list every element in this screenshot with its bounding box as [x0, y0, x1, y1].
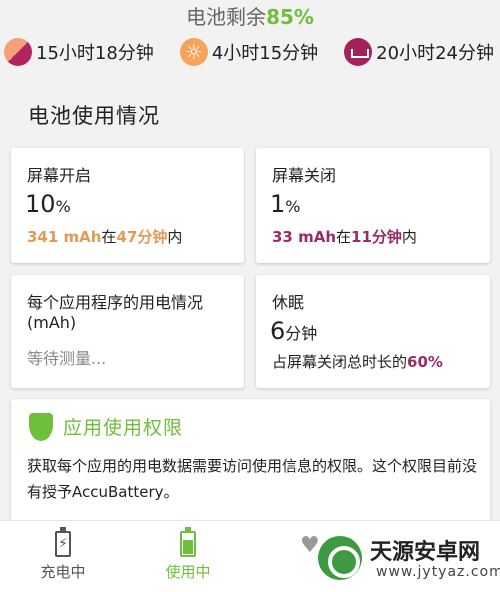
screen-on-detail: 341 mAh在47分钟内: [27, 228, 183, 246]
nav-using-label: 使用中: [165, 563, 211, 581]
screen-on-label: 屏幕开启: [27, 166, 92, 185]
section-title: 电池使用情况: [28, 104, 160, 128]
battery-in-use-icon: [180, 527, 196, 557]
screen-off-value: 1%: [270, 190, 301, 218]
per-app-usage-card[interactable]: 每个应用程序的用电情况 (mAh) 等待测量...: [11, 275, 244, 388]
charging-battery-icon: ⚡: [55, 527, 71, 557]
estimate-screen-on-text: 4小时15分钟: [211, 43, 319, 64]
deep-sleep-label: 休眠: [272, 293, 305, 312]
nav-using-tab[interactable]: 使用中: [133, 521, 243, 592]
battery-remaining-header: 电池剩余85%: [0, 0, 500, 34]
per-app-unit: (mAh): [27, 313, 77, 332]
estimate-mixed-text: 15小时18分钟: [36, 43, 154, 64]
deep-sleep-value: 6分钟: [270, 317, 318, 345]
permission-description: 获取每个应用的用电数据需要访问使用信息的权限。这个权限目前没有授予AccuBat…: [27, 457, 478, 501]
screen-on-value: 10%: [25, 190, 71, 218]
time-estimates-row: 15小时18分钟 4小时15分钟 20小时24分钟: [0, 36, 500, 68]
deep-sleep-card[interactable]: 休眠 6分钟 占屏幕关闭总时长的60%: [256, 275, 490, 388]
nav-charging-label: 充电中: [40, 563, 86, 581]
deep-sleep-detail: 占屏幕关闭总时长的60%: [272, 353, 443, 371]
watermark: 天源安卓网 www.jytyaz.com: [318, 528, 500, 588]
watermark-url: www.jytyaz.com: [376, 564, 500, 580]
estimate-sleep-text: 20小时24分钟: [376, 43, 494, 64]
battery-percent: 85%: [266, 5, 314, 29]
usage-permission-card[interactable]: 应用使用权限 获取每个应用的用电数据需要访问使用信息的权限。这个权限目前没有授予…: [11, 399, 490, 524]
estimate-mixed: 15小时18分钟: [4, 38, 154, 66]
screen-off-label: 屏幕关闭: [272, 166, 337, 185]
permission-title[interactable]: 应用使用权限: [63, 413, 183, 440]
watermark-logo-icon: [318, 536, 362, 580]
mixed-usage-icon: [4, 38, 32, 66]
nav-charging-tab[interactable]: ⚡ 充电中: [8, 521, 118, 592]
shield-icon: [29, 413, 53, 441]
sun-icon: [179, 38, 208, 66]
per-app-label: 每个应用程序的用电情况: [27, 293, 204, 312]
sleep-bed-icon: [344, 38, 373, 66]
heart-icon: ♥: [300, 533, 320, 558]
screen-off-detail: 33 mAh在11分钟内: [272, 228, 417, 246]
estimate-sleep: 20小时24分钟: [344, 38, 494, 66]
battery-remaining-label: 电池剩余: [186, 5, 267, 29]
watermark-name: 天源安卓网: [370, 540, 481, 565]
screen-off-card[interactable]: 屏幕关闭 1% 33 mAh在11分钟内: [256, 148, 490, 263]
estimate-screen-on: 4小时15分钟: [179, 38, 319, 66]
screen-on-card[interactable]: 屏幕开启 10% 341 mAh在47分钟内: [11, 148, 244, 263]
per-app-status: 等待测量...: [27, 349, 107, 368]
